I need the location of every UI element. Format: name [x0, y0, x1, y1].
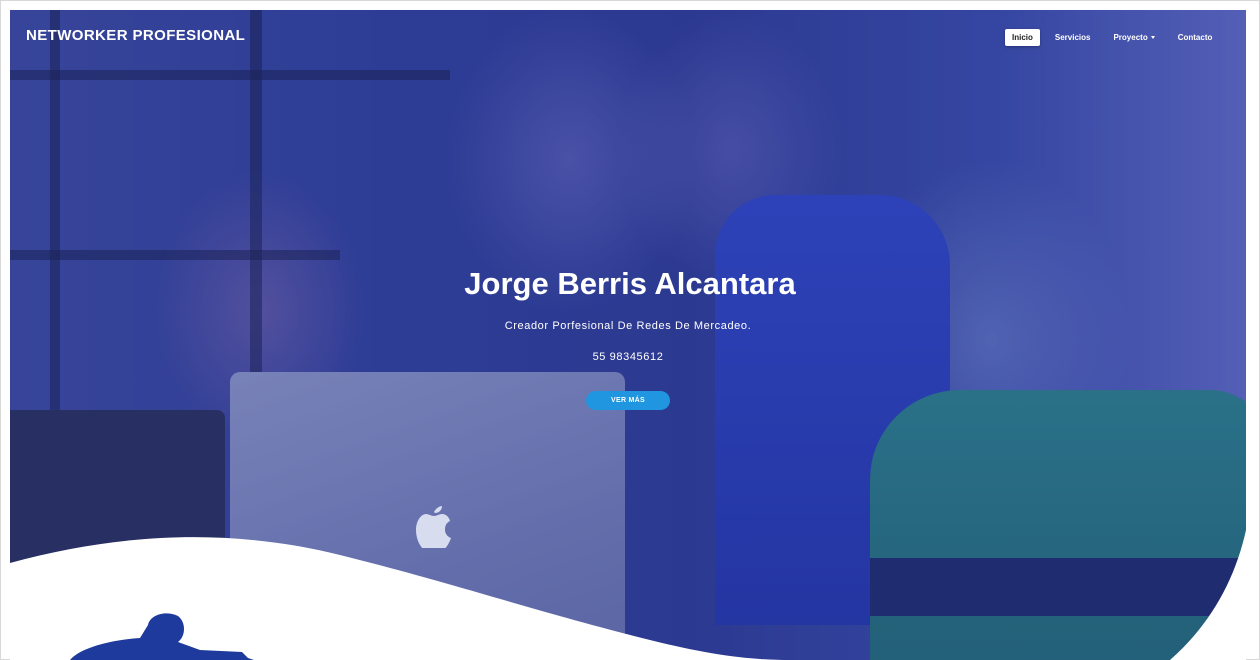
nav-item-proyecto-label: Proyecto: [1113, 33, 1148, 42]
hero-subtitle: Creador Porfesional De Redes De Mercadeo…: [504, 320, 752, 332]
main-nav: Inicio Servicios Proyecto Contacto: [1005, 29, 1212, 46]
hero-wave-divider: [10, 530, 1246, 660]
hero-phone: 55 98345612: [592, 351, 664, 363]
nav-item-proyecto[interactable]: Proyecto: [1113, 29, 1155, 46]
nav-item-inicio[interactable]: Inicio: [1005, 29, 1040, 46]
nav-item-contacto[interactable]: Contacto: [1178, 29, 1213, 46]
ver-mas-button[interactable]: VER MÁS: [586, 391, 670, 410]
hero-banner: [10, 10, 1246, 660]
brand-logo-text[interactable]: NETWORKER PROFESIONAL: [26, 27, 245, 44]
hero-title: Jorge Berris Alcantara: [464, 266, 796, 301]
nav-item-servicios[interactable]: Servicios: [1055, 29, 1091, 46]
chevron-down-icon: [1150, 36, 1155, 40]
